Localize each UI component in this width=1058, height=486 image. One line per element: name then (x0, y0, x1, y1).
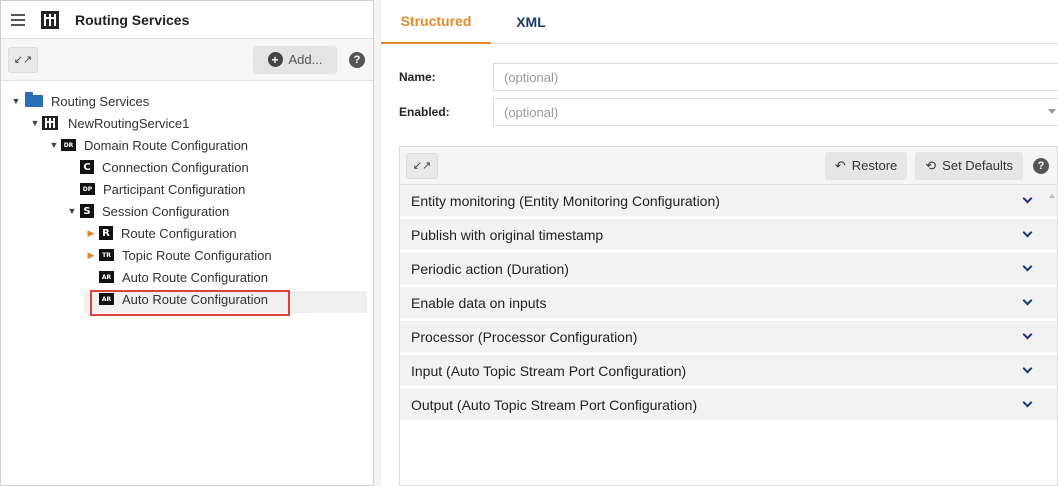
enabled-row: Enabled: (optional) (381, 98, 1058, 126)
tree-item-auto-route[interactable]: AR Auto Route Configuration (1, 266, 373, 288)
chevron-down-icon (1022, 227, 1033, 238)
routing-service-logo-icon (41, 10, 59, 29)
section-title: Publish with original timestamp (411, 226, 604, 243)
expand-caret-icon[interactable]: ▼ (49, 140, 59, 150)
restore-label: Restore (851, 158, 898, 173)
tree-item-newroutingservice1[interactable]: ▼ NewRoutingService1 (1, 112, 373, 134)
expand-button[interactable]: ↙↗ (406, 152, 438, 179)
tree-item-auto-route-selected[interactable]: AR Auto Route Configuration (1, 288, 373, 310)
undo-icon: ↶ (834, 157, 846, 173)
chevron-down-icon (1022, 329, 1033, 340)
set-defaults-label: Set Defaults (942, 158, 1013, 173)
tree-item-connection[interactable]: C Connection Configuration (1, 156, 373, 178)
chevron-down-icon (1022, 397, 1033, 408)
tree-toolbar: ↙↗ + Add... ? (1, 39, 373, 81)
tree-item-domain-route[interactable]: ▼ DR Domain Route Configuration (1, 134, 373, 156)
ar-badge-icon: AR (99, 271, 114, 283)
section-list: Entity monitoring (Entity Monitoring Con… (400, 185, 1057, 423)
ar-badge-icon: AR (99, 293, 114, 305)
tree-item-label: Auto Route Configuration (122, 291, 268, 307)
expand-button[interactable]: ↙↗ (8, 46, 38, 73)
name-label: Name: (399, 70, 436, 84)
section-title: Entity monitoring (Entity Monitoring Con… (411, 192, 720, 209)
chevron-down-icon (1022, 261, 1033, 272)
tree-item-label: Route Configuration (121, 225, 237, 241)
help-icon[interactable]: ? (1033, 157, 1049, 174)
name-input[interactable]: (optional) (493, 63, 1058, 91)
folder-icon (25, 92, 43, 107)
section-publish-timestamp[interactable]: Publish with original timestamp (400, 219, 1057, 253)
r-badge-icon: R (99, 226, 113, 240)
section-title: Processor (Processor Configuration) (411, 328, 638, 345)
section-enable-data[interactable]: Enable data on inputs (400, 287, 1057, 321)
section-title: Enable data on inputs (411, 294, 547, 311)
tree-item-label: NewRoutingService1 (68, 115, 190, 131)
tree-item-label: Participant Configuration (103, 181, 246, 197)
expand-caret-icon[interactable]: ▼ (67, 206, 77, 216)
section-input[interactable]: Input (Auto Topic Stream Port Configurat… (400, 355, 1057, 389)
tree-item-label: Domain Route Configuration (84, 137, 249, 153)
properties-panel: ↙↗ ↶ Restore ⟲ Set Defaults ? Entity mon… (399, 146, 1058, 486)
chevron-down-icon (1022, 363, 1033, 374)
tree-item-route[interactable]: ▶ R Route Configuration (1, 222, 373, 244)
tree-item-label: Auto Route Configuration (122, 269, 268, 285)
enabled-label: Enabled: (399, 105, 450, 119)
collapsed-caret-icon[interactable]: ▶ (86, 250, 96, 261)
tree-item-session[interactable]: ▼ S Session Configuration (1, 200, 373, 222)
name-placeholder: (optional) (504, 69, 559, 85)
hamburger-menu-icon[interactable] (11, 13, 25, 26)
s-badge-icon: S (80, 204, 94, 218)
expand-icon: ↙↗ (13, 54, 33, 66)
expand-caret-icon[interactable]: ▼ (30, 118, 40, 128)
section-processor[interactable]: Processor (Processor Configuration) (400, 321, 1057, 355)
chevron-down-icon (1022, 295, 1033, 306)
dp-badge-icon: DP (80, 183, 95, 195)
tab-structured[interactable]: Structured (381, 0, 491, 44)
scroll-up-arrow-icon[interactable] (1049, 194, 1055, 198)
tree-item-participant[interactable]: DP Participant Configuration (1, 178, 373, 200)
history-icon: ⟲ (925, 157, 937, 173)
left-panel: Routing Services ↙↗ + Add... ? ▼ Routing… (0, 0, 374, 486)
add-button[interactable]: + Add... (253, 45, 337, 74)
expand-icon: ↙↗ (412, 160, 432, 172)
collapsed-caret-icon[interactable]: ▶ (86, 228, 96, 239)
tree-item-routing-services[interactable]: ▼ Routing Services (1, 90, 373, 112)
add-button-label: Add... (288, 52, 323, 67)
dropdown-arrow-icon (1048, 109, 1056, 114)
restore-button[interactable]: ↶ Restore (824, 151, 908, 180)
tab-xml[interactable]: XML (491, 0, 571, 44)
name-row: Name: (optional) (381, 63, 1058, 91)
editor-panel: Structured XML Name: (optional) Enabled:… (381, 0, 1058, 486)
section-title: Input (Auto Topic Stream Port Configurat… (411, 362, 687, 379)
tree-item-label: Topic Route Configuration (122, 247, 272, 263)
section-entity-monitoring[interactable]: Entity monitoring (Entity Monitoring Con… (400, 185, 1057, 219)
app-title: Routing Services (75, 11, 190, 28)
c-badge-icon: C (80, 160, 94, 174)
help-icon[interactable]: ? (349, 51, 365, 68)
enabled-select[interactable]: (optional) (493, 98, 1058, 126)
tree-item-label: Session Configuration (102, 203, 230, 219)
expand-caret-icon[interactable]: ▼ (11, 96, 21, 106)
dr-badge-icon: DR (61, 139, 76, 151)
tree-item-topic-route[interactable]: ▶ TR Topic Route Configuration (1, 244, 373, 266)
panel-resize-handle[interactable] (374, 0, 381, 486)
tree-item-label: Connection Configuration (102, 159, 249, 175)
section-title: Output (Auto Topic Stream Port Configura… (411, 396, 698, 413)
plus-icon: + (267, 52, 283, 67)
properties-toolbar: ↙↗ ↶ Restore ⟲ Set Defaults ? (400, 147, 1057, 185)
tr-badge-icon: TR (99, 249, 114, 261)
set-defaults-button[interactable]: ⟲ Set Defaults (915, 151, 1023, 180)
editor-tabs: Structured XML (381, 0, 1058, 44)
section-output[interactable]: Output (Auto Topic Stream Port Configura… (400, 389, 1057, 423)
section-periodic-action[interactable]: Periodic action (Duration) (400, 253, 1057, 287)
routing-service-icon (42, 116, 58, 130)
config-tree: ▼ Routing Services ▼ NewRoutingService1 … (1, 81, 373, 310)
chevron-down-icon (1022, 193, 1033, 204)
app-header: Routing Services (1, 1, 373, 39)
section-title: Periodic action (Duration) (411, 260, 569, 277)
tree-item-label: Routing Services (51, 93, 150, 109)
enabled-placeholder: (optional) (504, 104, 559, 120)
